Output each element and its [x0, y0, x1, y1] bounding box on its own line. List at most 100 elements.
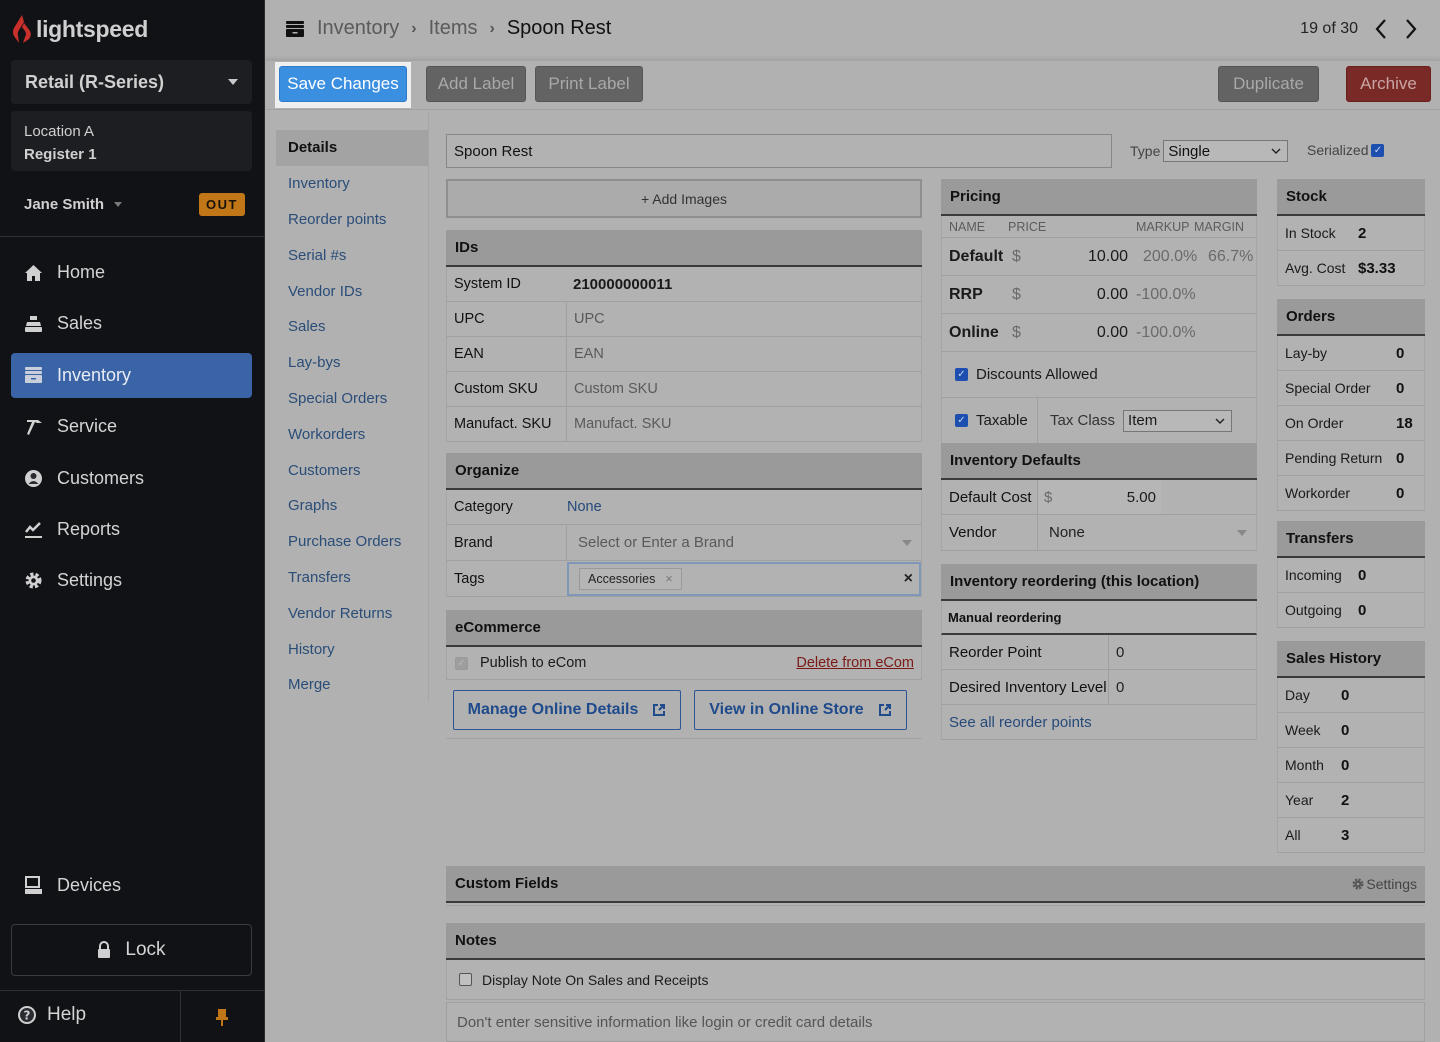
ids-panel: IDs System ID 210000000011 UPC UPC EAN E…: [446, 230, 922, 442]
delete-from-ecom-link[interactable]: Delete from eCom: [796, 655, 914, 671]
subnav-vendor-returns[interactable]: Vendor Returns: [276, 595, 428, 631]
manage-online-details-button[interactable]: Manage Online Details: [453, 690, 681, 730]
subnav-lay-bys[interactable]: Lay-bys: [276, 345, 428, 381]
clock-status-badge[interactable]: OUT: [199, 192, 245, 216]
subnav-inventory[interactable]: Inventory: [276, 166, 428, 202]
subnav-customers[interactable]: Customers: [276, 452, 428, 488]
vendor-value: None: [1049, 524, 1085, 541]
pager: 19 of 30: [1300, 18, 1418, 40]
add-label-button[interactable]: Add Label: [426, 66, 526, 102]
custom-sku-input[interactable]: Custom SKU: [566, 372, 921, 406]
help-button[interactable]: ? Help: [17, 1004, 86, 1026]
subnav-purchase-orders[interactable]: Purchase Orders: [276, 524, 428, 560]
subnav-special-orders[interactable]: Special Orders: [276, 381, 428, 417]
transfers-value: 0: [1358, 566, 1367, 584]
chevron-down-icon: [1271, 148, 1281, 154]
price-currency: $: [1012, 323, 1021, 341]
publish-checkbox[interactable]: ✓: [455, 656, 468, 670]
nav-item-reports[interactable]: Reports: [11, 507, 252, 552]
subnav-graphs[interactable]: Graphs: [276, 488, 428, 524]
reordering-panel: Inventory reordering (this location) Man…: [941, 564, 1257, 740]
item-name-input[interactable]: Spoon Rest: [446, 134, 1112, 168]
display-note-checkbox[interactable]: [459, 973, 472, 986]
taxable-checkbox[interactable]: ✓: [955, 414, 968, 427]
vendor-select[interactable]: None: [1037, 515, 1256, 550]
price-input[interactable]: 10.00: [1088, 248, 1128, 266]
remove-tag-icon[interactable]: ×: [665, 572, 672, 586]
default-cost-input[interactable]: $ 5.00: [1037, 480, 1161, 514]
subnav-workorders[interactable]: Workorders: [276, 416, 428, 452]
ean-row: EAN EAN: [446, 337, 922, 372]
subnav-details[interactable]: Details: [276, 130, 428, 166]
nav-item-settings[interactable]: Settings: [11, 558, 252, 603]
chevron-right-icon[interactable]: [1404, 18, 1418, 40]
add-images-button[interactable]: + Add Images: [446, 179, 922, 218]
notes-textarea[interactable]: Don't enter sensitive information like l…: [446, 1002, 1425, 1042]
category-link[interactable]: None: [566, 499, 602, 515]
subnav-history[interactable]: History: [276, 631, 428, 667]
devices-label: Devices: [57, 875, 122, 895]
serialized-checkbox[interactable]: ✓: [1371, 143, 1385, 157]
breadcrumb-items[interactable]: Items: [429, 17, 478, 40]
tag-label: Accessories: [588, 571, 656, 586]
nav-item-devices[interactable]: Devices: [23, 875, 121, 896]
tags-row: Tags Accessories × ×: [446, 561, 922, 597]
clear-tags-icon[interactable]: ×: [904, 570, 913, 588]
custom-fields-settings-link[interactable]: Settings: [1352, 876, 1417, 892]
lock-button[interactable]: Lock: [11, 924, 252, 976]
system-id-row: System ID 210000000011: [446, 267, 922, 302]
upc-input[interactable]: UPC: [566, 302, 921, 336]
subnav-vendor-ids[interactable]: Vendor IDs: [276, 273, 428, 309]
sales-history-value: 0: [1341, 721, 1350, 739]
subnav-merge[interactable]: Merge: [276, 667, 428, 703]
subnav-sales[interactable]: Sales: [276, 309, 428, 345]
orders-panel: Orders Lay-by 0 Special Order 0 On Order 18…: [1277, 299, 1425, 511]
desired-level-input[interactable]: 0: [1108, 670, 1256, 704]
see-all-reorder-points-link[interactable]: See all reorder points: [942, 714, 1092, 731]
orders-row: Pending Return 0: [1277, 441, 1425, 476]
ean-input[interactable]: EAN: [566, 337, 921, 371]
stock-title: Stock: [1277, 179, 1425, 216]
subnav-serial-numbers[interactable]: Serial #s: [276, 237, 428, 273]
nav-item-service[interactable]: Service: [11, 404, 252, 449]
price-input[interactable]: 0.00: [1097, 286, 1128, 304]
nav-item-sales[interactable]: Sales: [11, 301, 252, 346]
help-icon: ?: [18, 1006, 36, 1024]
chevron-left-icon[interactable]: [1374, 18, 1388, 40]
product-selector[interactable]: Retail (R-Series): [11, 60, 252, 104]
type-select[interactable]: Single: [1163, 140, 1289, 162]
nav-item-customers[interactable]: Customers: [11, 456, 252, 501]
transfers-value: 0: [1358, 601, 1367, 619]
breadcrumb-inventory[interactable]: Inventory: [317, 17, 399, 40]
nav-item-inventory[interactable]: Inventory: [11, 352, 252, 398]
manufact-sku-input[interactable]: Manufact. SKU: [566, 407, 921, 441]
view-in-online-store-button[interactable]: View in Online Store: [694, 690, 907, 730]
nav-item-home[interactable]: Home: [11, 250, 252, 295]
sales-history-row: All 3: [1277, 818, 1425, 853]
reorder-point-input[interactable]: 0: [1108, 635, 1256, 669]
print-label-button[interactable]: Print Label: [535, 66, 643, 102]
col-margin: MARGIN: [1194, 219, 1244, 234]
tax-class-select[interactable]: Item: [1123, 409, 1233, 432]
type-value: Single: [1168, 142, 1211, 160]
chevron-down-icon: [1237, 529, 1247, 536]
orders-value: 0: [1396, 379, 1405, 397]
price-name: Online: [949, 323, 999, 341]
logo[interactable]: lightspeed: [11, 14, 148, 44]
brand-select[interactable]: Select or Enter a Brand: [566, 525, 921, 560]
pin-button[interactable]: [215, 1008, 229, 1033]
help-label: Help: [47, 1004, 87, 1025]
tags-input[interactable]: Accessories × ×: [567, 561, 921, 596]
duplicate-button[interactable]: Duplicate: [1218, 66, 1319, 102]
save-changes-button[interactable]: Save Changes: [279, 66, 407, 102]
settings-label: Settings: [1366, 875, 1417, 892]
subnav-reorder-points[interactable]: Reorder points: [276, 202, 428, 238]
subnav-transfers[interactable]: Transfers: [276, 560, 428, 596]
price-input[interactable]: 0.00: [1097, 324, 1128, 342]
discounts-checkbox[interactable]: ✓: [955, 368, 968, 381]
archive-button[interactable]: Archive: [1346, 66, 1431, 102]
brand-placeholder: Select or Enter a Brand: [578, 534, 734, 551]
location-register[interactable]: Location A Register 1: [11, 111, 252, 171]
user-menu[interactable]: Jane Smith: [24, 196, 123, 213]
user-circle-icon: [23, 468, 43, 488]
